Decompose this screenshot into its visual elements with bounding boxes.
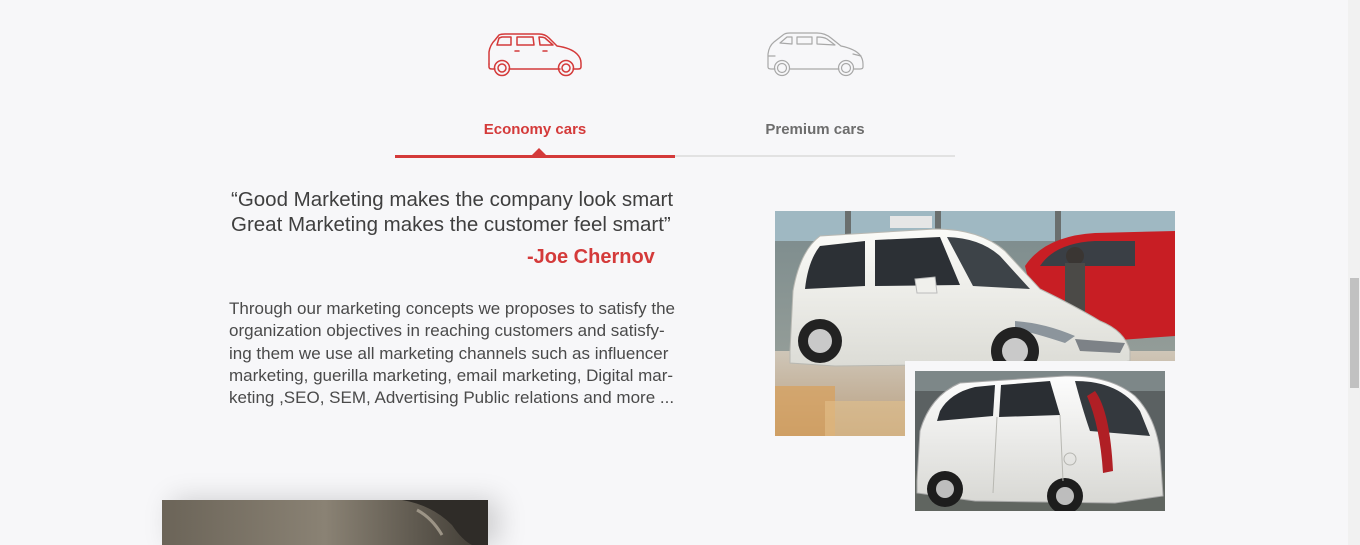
hatchback-car-icon [488,33,582,77]
page: Economy cars Premium cars “Good Marketin… [0,0,1360,545]
description-line: Through our marketing concepts we propos… [229,299,676,318]
quote-line-2: Great Marketing makes the customer feel … [231,213,671,236]
description-paragraph: Through our marketing concepts we propos… [229,298,704,409]
description-line: marketing, guerilla marketing, email mar… [229,365,674,385]
description-line: ing them we use all marketing channels s… [229,343,669,363]
bottom-section-image [162,500,488,545]
quote-line-1: “Good Marketing makes the company look s… [231,188,674,211]
tab-label-premium: Premium cars [765,121,865,138]
suv-car-icon [767,32,864,77]
tab-label-economy: Economy cars [483,121,587,138]
scrollbar-thumb[interactable] [1350,278,1359,388]
quote-author: -Joe Chernov [527,246,655,268]
tab-economy-cars[interactable]: Economy cars [395,0,675,158]
marketing-quote: “Good Marketing makes the company look s… [231,187,701,237]
tab-premium-cars[interactable]: Premium cars [675,0,955,158]
description-line: keting ,SEO, SEM, Advertising Public rel… [229,388,675,408]
hatchback-photo [915,371,1165,511]
tab-underline-active [395,155,675,158]
tab-underline-inactive [675,155,955,157]
active-tab-caret [532,148,546,155]
description-line: organization objectives in reaching cust… [229,321,665,341]
vertical-scrollbar[interactable] [1348,0,1360,545]
